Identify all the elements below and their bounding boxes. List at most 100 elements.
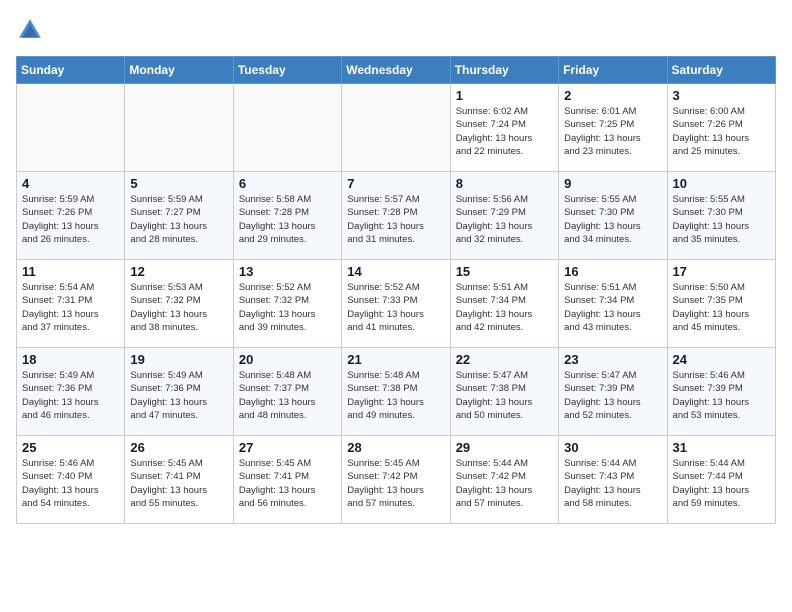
day-info: Sunrise: 6:01 AM Sunset: 7:25 PM Dayligh… bbox=[564, 105, 661, 158]
calendar-cell bbox=[125, 84, 233, 172]
day-info: Sunrise: 5:44 AM Sunset: 7:42 PM Dayligh… bbox=[456, 457, 553, 510]
weekday-header-thursday: Thursday bbox=[450, 57, 558, 84]
day-number: 5 bbox=[130, 176, 227, 191]
day-info: Sunrise: 5:59 AM Sunset: 7:27 PM Dayligh… bbox=[130, 193, 227, 246]
weekday-header-tuesday: Tuesday bbox=[233, 57, 341, 84]
day-info: Sunrise: 5:51 AM Sunset: 7:34 PM Dayligh… bbox=[456, 281, 553, 334]
day-info: Sunrise: 5:59 AM Sunset: 7:26 PM Dayligh… bbox=[22, 193, 119, 246]
day-info: Sunrise: 5:44 AM Sunset: 7:44 PM Dayligh… bbox=[673, 457, 770, 510]
day-number: 2 bbox=[564, 88, 661, 103]
day-number: 31 bbox=[673, 440, 770, 455]
calendar-cell: 11 Sunrise: 5:54 AM Sunset: 7:31 PM Dayli… bbox=[17, 260, 125, 348]
day-number: 24 bbox=[673, 352, 770, 367]
calendar-cell: 6Sunrise: 5:58 AM Sunset: 7:28 PM Daylig… bbox=[233, 172, 341, 260]
logo bbox=[16, 16, 48, 44]
day-info: Sunrise: 5:54 AM Sunset: 7:31 PM Dayligh… bbox=[22, 281, 119, 334]
day-number: 16 bbox=[564, 264, 661, 279]
day-info: Sunrise: 5:48 AM Sunset: 7:37 PM Dayligh… bbox=[239, 369, 336, 422]
calendar-cell: 1 Sunrise: 6:02 AM Sunset: 7:24 PM Daylig… bbox=[450, 84, 558, 172]
day-number: 6 bbox=[239, 176, 336, 191]
day-number: 10 bbox=[673, 176, 770, 191]
calendar-week-2: 4 Sunrise: 5:59 AM Sunset: 7:26 PM Daylig… bbox=[17, 172, 776, 260]
day-number: 3 bbox=[673, 88, 770, 103]
calendar-cell: 7 Sunrise: 5:57 AM Sunset: 7:28 PM Daylig… bbox=[342, 172, 450, 260]
calendar-week-3: 11 Sunrise: 5:54 AM Sunset: 7:31 PM Dayli… bbox=[17, 260, 776, 348]
day-number: 26 bbox=[130, 440, 227, 455]
day-info: Sunrise: 5:47 AM Sunset: 7:39 PM Dayligh… bbox=[564, 369, 661, 422]
day-info: Sunrise: 5:48 AM Sunset: 7:38 PM Dayligh… bbox=[347, 369, 444, 422]
weekday-header-saturday: Saturday bbox=[667, 57, 775, 84]
calendar-cell: 3 Sunrise: 6:00 AM Sunset: 7:26 PM Daylig… bbox=[667, 84, 775, 172]
calendar-cell: 31 Sunrise: 5:44 AM Sunset: 7:44 PM Dayli… bbox=[667, 436, 775, 524]
calendar-cell bbox=[17, 84, 125, 172]
day-info: Sunrise: 5:57 AM Sunset: 7:28 PM Dayligh… bbox=[347, 193, 444, 246]
calendar-week-5: 25 Sunrise: 5:46 AM Sunset: 7:40 PM Dayli… bbox=[17, 436, 776, 524]
day-number: 27 bbox=[239, 440, 336, 455]
day-number: 22 bbox=[456, 352, 553, 367]
calendar-cell: 13 Sunrise: 5:52 AM Sunset: 7:32 PM Dayli… bbox=[233, 260, 341, 348]
calendar-cell: 16 Sunrise: 5:51 AM Sunset: 7:34 PM Dayli… bbox=[559, 260, 667, 348]
day-number: 20 bbox=[239, 352, 336, 367]
calendar-cell: 9Sunrise: 5:55 AM Sunset: 7:30 PM Daylig… bbox=[559, 172, 667, 260]
page-header bbox=[16, 16, 776, 44]
weekday-header-monday: Monday bbox=[125, 57, 233, 84]
calendar-cell: 28 Sunrise: 5:45 AM Sunset: 7:42 PM Dayli… bbox=[342, 436, 450, 524]
day-info: Sunrise: 5:51 AM Sunset: 7:34 PM Dayligh… bbox=[564, 281, 661, 334]
day-number: 18 bbox=[22, 352, 119, 367]
calendar-cell: 25 Sunrise: 5:46 AM Sunset: 7:40 PM Dayli… bbox=[17, 436, 125, 524]
calendar-cell: 23 Sunrise: 5:47 AM Sunset: 7:39 PM Dayli… bbox=[559, 348, 667, 436]
day-info: Sunrise: 5:56 AM Sunset: 7:29 PM Dayligh… bbox=[456, 193, 553, 246]
calendar-week-1: 1 Sunrise: 6:02 AM Sunset: 7:24 PM Daylig… bbox=[17, 84, 776, 172]
calendar-cell: 15 Sunrise: 5:51 AM Sunset: 7:34 PM Dayli… bbox=[450, 260, 558, 348]
day-info: Sunrise: 5:52 AM Sunset: 7:33 PM Dayligh… bbox=[347, 281, 444, 334]
day-info: Sunrise: 5:53 AM Sunset: 7:32 PM Dayligh… bbox=[130, 281, 227, 334]
calendar-table: SundayMondayTuesdayWednesdayThursdayFrid… bbox=[16, 56, 776, 524]
calendar-cell: 21Sunrise: 5:48 AM Sunset: 7:38 PM Dayli… bbox=[342, 348, 450, 436]
day-info: Sunrise: 5:46 AM Sunset: 7:39 PM Dayligh… bbox=[673, 369, 770, 422]
day-number: 13 bbox=[239, 264, 336, 279]
calendar-cell: 12 Sunrise: 5:53 AM Sunset: 7:32 PM Dayli… bbox=[125, 260, 233, 348]
day-number: 17 bbox=[673, 264, 770, 279]
calendar-cell: 27 Sunrise: 5:45 AM Sunset: 7:41 PM Dayli… bbox=[233, 436, 341, 524]
day-number: 25 bbox=[22, 440, 119, 455]
calendar-week-4: 18 Sunrise: 5:49 AM Sunset: 7:36 PM Dayli… bbox=[17, 348, 776, 436]
logo-icon bbox=[16, 16, 44, 44]
calendar-cell: 18 Sunrise: 5:49 AM Sunset: 7:36 PM Dayli… bbox=[17, 348, 125, 436]
calendar-cell: 14Sunrise: 5:52 AM Sunset: 7:33 PM Dayli… bbox=[342, 260, 450, 348]
day-number: 1 bbox=[456, 88, 553, 103]
day-number: 19 bbox=[130, 352, 227, 367]
day-info: Sunrise: 5:52 AM Sunset: 7:32 PM Dayligh… bbox=[239, 281, 336, 334]
calendar-cell: 5 Sunrise: 5:59 AM Sunset: 7:27 PM Daylig… bbox=[125, 172, 233, 260]
weekday-header-row: SundayMondayTuesdayWednesdayThursdayFrid… bbox=[17, 57, 776, 84]
calendar-cell: 8Sunrise: 5:56 AM Sunset: 7:29 PM Daylig… bbox=[450, 172, 558, 260]
day-number: 28 bbox=[347, 440, 444, 455]
day-info: Sunrise: 5:49 AM Sunset: 7:36 PM Dayligh… bbox=[130, 369, 227, 422]
day-info: Sunrise: 6:00 AM Sunset: 7:26 PM Dayligh… bbox=[673, 105, 770, 158]
day-number: 23 bbox=[564, 352, 661, 367]
calendar-cell: 29Sunrise: 5:44 AM Sunset: 7:42 PM Dayli… bbox=[450, 436, 558, 524]
day-number: 12 bbox=[130, 264, 227, 279]
day-info: Sunrise: 5:45 AM Sunset: 7:42 PM Dayligh… bbox=[347, 457, 444, 510]
day-info: Sunrise: 5:46 AM Sunset: 7:40 PM Dayligh… bbox=[22, 457, 119, 510]
day-info: Sunrise: 5:50 AM Sunset: 7:35 PM Dayligh… bbox=[673, 281, 770, 334]
calendar-cell: 19 Sunrise: 5:49 AM Sunset: 7:36 PM Dayli… bbox=[125, 348, 233, 436]
day-number: 7 bbox=[347, 176, 444, 191]
calendar-cell bbox=[342, 84, 450, 172]
day-number: 4 bbox=[22, 176, 119, 191]
calendar-body: 1 Sunrise: 6:02 AM Sunset: 7:24 PM Daylig… bbox=[17, 84, 776, 524]
calendar-cell: 20 Sunrise: 5:48 AM Sunset: 7:37 PM Dayli… bbox=[233, 348, 341, 436]
calendar-cell: 22Sunrise: 5:47 AM Sunset: 7:38 PM Dayli… bbox=[450, 348, 558, 436]
day-info: Sunrise: 5:44 AM Sunset: 7:43 PM Dayligh… bbox=[564, 457, 661, 510]
calendar-cell: 24 Sunrise: 5:46 AM Sunset: 7:39 PM Dayli… bbox=[667, 348, 775, 436]
weekday-header-friday: Friday bbox=[559, 57, 667, 84]
calendar-cell: 2 Sunrise: 6:01 AM Sunset: 7:25 PM Daylig… bbox=[559, 84, 667, 172]
day-info: Sunrise: 5:55 AM Sunset: 7:30 PM Dayligh… bbox=[673, 193, 770, 246]
day-number: 11 bbox=[22, 264, 119, 279]
day-number: 15 bbox=[456, 264, 553, 279]
day-info: Sunrise: 5:45 AM Sunset: 7:41 PM Dayligh… bbox=[239, 457, 336, 510]
day-number: 30 bbox=[564, 440, 661, 455]
day-info: Sunrise: 6:02 AM Sunset: 7:24 PM Dayligh… bbox=[456, 105, 553, 158]
calendar-cell: 17 Sunrise: 5:50 AM Sunset: 7:35 PM Dayli… bbox=[667, 260, 775, 348]
day-info: Sunrise: 5:49 AM Sunset: 7:36 PM Dayligh… bbox=[22, 369, 119, 422]
weekday-header-wednesday: Wednesday bbox=[342, 57, 450, 84]
